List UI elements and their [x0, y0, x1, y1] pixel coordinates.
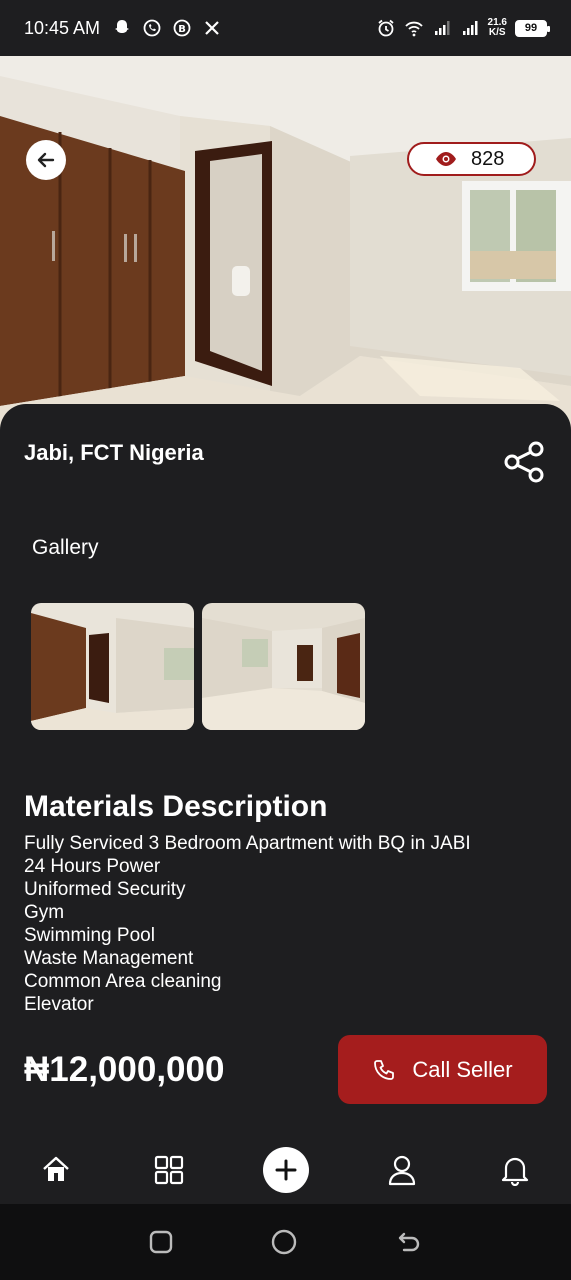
bottom-navigation [0, 1138, 571, 1202]
listing-details: Jabi, FCT Nigeria Gallery Materials Desc… [0, 404, 571, 1204]
notification-icons: B [112, 18, 222, 38]
thumbnail-image [202, 603, 365, 730]
gallery-thumbnail[interactable] [31, 603, 194, 730]
user-icon [388, 1155, 415, 1186]
home-icon [43, 1156, 69, 1181]
nav-add-button[interactable] [262, 1147, 309, 1193]
snapchat-icon [115, 20, 130, 33]
x-icon [205, 21, 219, 35]
gallery [31, 603, 365, 730]
business-whatsapp-icon: B [173, 19, 191, 37]
description-line: Elevator [24, 994, 94, 1015]
battery-indicator: 99 [515, 19, 550, 37]
system-navigation [0, 1204, 571, 1280]
nav-notifications[interactable] [495, 1150, 535, 1190]
nav-categories[interactable] [149, 1150, 189, 1190]
description-line: Uniformed Security [24, 879, 186, 900]
home-circle-icon[interactable] [270, 1228, 298, 1256]
plus-icon [275, 1159, 296, 1181]
arrow-left-icon [37, 152, 55, 168]
description-line: Common Area cleaning [24, 971, 222, 992]
listing-location: Jabi, FCT Nigeria [24, 440, 204, 465]
description-line: Gym [24, 902, 65, 923]
listing-price: ₦12,000,000 [24, 1050, 225, 1089]
views-count: 828 [471, 147, 505, 170]
signal-icon [434, 21, 450, 35]
room-photo [0, 56, 571, 436]
back-system-icon[interactable] [395, 1228, 423, 1256]
call-seller-label: Call Seller [412, 1056, 513, 1082]
hero-image: 828 [0, 56, 571, 436]
call-seller-button[interactable]: Call Seller [338, 1035, 547, 1104]
recents-icon[interactable] [148, 1229, 174, 1255]
description-list: Fully Serviced 3 Bedroom Apartment with … [24, 832, 471, 1016]
network-speed: 21.6 K/S [488, 18, 507, 38]
share-icon[interactable] [503, 440, 545, 484]
back-button[interactable] [26, 140, 66, 180]
wifi-icon [404, 21, 423, 37]
views-counter: 828 [407, 142, 536, 176]
whatsapp-icon [143, 19, 161, 37]
nav-profile[interactable] [382, 1150, 422, 1190]
description-line: Fully Serviced 3 Bedroom Apartment with … [24, 833, 471, 854]
description-line: Swimming Pool [24, 925, 155, 946]
alarm-icon [377, 19, 394, 37]
description-title: Materials Description [24, 790, 328, 823]
gallery-heading: Gallery [32, 536, 99, 559]
description-line: 24 Hours Power [24, 856, 161, 877]
network-speed-unit: K/S [488, 27, 506, 38]
system-status-icons: 21.6 K/S 99 [376, 18, 550, 38]
gallery-thumbnail[interactable] [202, 603, 365, 730]
svg-text:B: B [178, 24, 186, 35]
phone-icon [374, 1059, 395, 1080]
nav-home[interactable] [36, 1150, 76, 1190]
status-time: 10:45 AM [24, 17, 101, 38]
bell-icon [501, 1157, 529, 1186]
grid-icon [155, 1155, 184, 1185]
eye-icon [436, 152, 456, 166]
status-bar: 10:45 AM B 21.6 K/S 99 [0, 0, 571, 56]
signal-icon-2 [462, 21, 478, 35]
description-line: Waste Management [24, 948, 194, 969]
thumbnail-image [31, 603, 194, 730]
